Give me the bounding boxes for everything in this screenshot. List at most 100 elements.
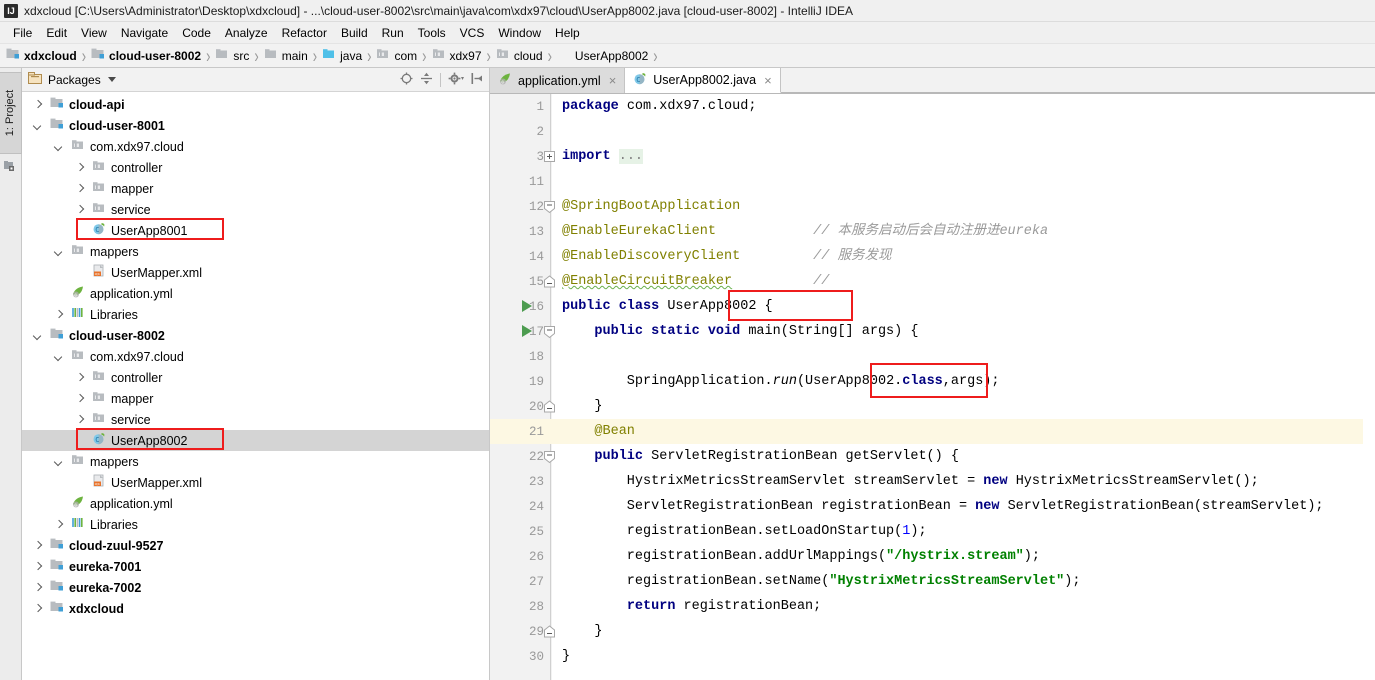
- breadcrumb-item-xdxcloud[interactable]: xdxcloud: [6, 47, 77, 64]
- tree-item-label: mappers: [90, 454, 139, 469]
- menu-item-vcs[interactable]: VCS: [453, 24, 492, 42]
- tree-item-userapp8002[interactable]: C UserApp8002: [22, 430, 489, 451]
- line-number: 26: [528, 549, 544, 564]
- chevron-right-icon[interactable]: [74, 183, 86, 195]
- tree-item-xdxcloud[interactable]: xdxcloud: [22, 598, 489, 619]
- breadcrumb-item-xdx97[interactable]: xdx97: [432, 47, 482, 64]
- tree-item-application-yml[interactable]: ⊙ application.yml: [22, 283, 489, 304]
- chevron-down-icon[interactable]: [32, 120, 44, 132]
- tree-item-application-yml[interactable]: ⊙ application.yml: [22, 493, 489, 514]
- menu-item-refactor[interactable]: Refactor: [275, 24, 334, 42]
- code-editor[interactable]: 1 2 3 11 12 13 14 15 16 17 18 19 20 21 22 23 24 25 26 27 28 2…: [490, 94, 1375, 680]
- tree-item-usermapper-xml[interactable]: <> UserMapper.xml: [22, 472, 489, 493]
- chevron-right-icon[interactable]: [32, 99, 44, 111]
- breadcrumb-item-cloud[interactable]: cloud: [496, 47, 543, 64]
- menu-item-edit[interactable]: Edit: [39, 24, 74, 42]
- tab-userapp8002-java[interactable]: C UserApp8002.java ×: [625, 68, 781, 93]
- tab-application-yml[interactable]: ⊙ application.yml ×: [490, 68, 626, 93]
- menu-item-code[interactable]: Code: [175, 24, 218, 42]
- tree-item-libraries[interactable]: Libraries: [22, 304, 489, 325]
- breadcrumb-item-cloud-user-8002[interactable]: cloud-user-8002: [91, 47, 201, 64]
- tree-item-cloud-zuul-9527[interactable]: cloud-zuul-9527: [22, 535, 489, 556]
- menu-item-tools[interactable]: Tools: [411, 24, 453, 42]
- breadcrumb-separator-icon: ›: [547, 44, 552, 67]
- menu-item-navigate[interactable]: Navigate: [114, 24, 175, 42]
- breadcrumb-label: xdxcloud: [24, 48, 77, 63]
- chevron-right-icon[interactable]: [74, 393, 86, 405]
- tree-item-service[interactable]: service: [22, 409, 489, 430]
- tree-item-mapper[interactable]: mapper: [22, 178, 489, 199]
- chevron-down-icon[interactable]: [53, 456, 65, 468]
- menu-item-help[interactable]: Help: [548, 24, 587, 42]
- tree-item-usermapper-xml[interactable]: <> UserMapper.xml: [22, 262, 489, 283]
- collapse-all-icon[interactable]: [420, 72, 433, 88]
- breadcrumb-item-java[interactable]: java: [322, 47, 362, 64]
- chevron-down-icon[interactable]: [53, 141, 65, 153]
- tree-item-eureka-7001[interactable]: eureka-7001: [22, 556, 489, 577]
- run-gutter-icon[interactable]: [522, 300, 532, 312]
- close-icon[interactable]: ×: [609, 73, 617, 88]
- code-line: import ...: [562, 149, 644, 164]
- tree-item-eureka-7002[interactable]: eureka-7002: [22, 577, 489, 598]
- project-panel-header: Packages: [22, 68, 489, 92]
- source-folder-icon: [322, 47, 337, 64]
- spring-yml-icon: ⊙: [498, 72, 513, 89]
- editor-scrollbar[interactable]: [1363, 94, 1375, 680]
- chevron-right-icon[interactable]: [74, 372, 86, 384]
- editor-gutter[interactable]: 1 2 3 11 12 13 14 15 16 17 18 19 20 21 22 23 24 25 26 27 28 2…: [490, 94, 555, 680]
- tree-item-com-xdx97-cloud[interactable]: com.xdx97.cloud: [22, 136, 489, 157]
- hide-panel-icon[interactable]: [471, 72, 483, 88]
- target-icon[interactable]: [400, 72, 413, 88]
- tree-item-mapper[interactable]: mapper: [22, 388, 489, 409]
- breadcrumb-item-main[interactable]: main: [264, 47, 308, 64]
- breadcrumb-item-userapp8002[interactable]: UserApp8002: [557, 47, 648, 64]
- breadcrumb-item-com[interactable]: com: [376, 47, 417, 64]
- close-icon[interactable]: ×: [764, 73, 772, 88]
- chevron-right-icon[interactable]: [32, 603, 44, 615]
- tree-item-cloud-user-8002[interactable]: cloud-user-8002: [22, 325, 489, 346]
- sidebar-item-project[interactable]: 1: Project: [0, 72, 22, 154]
- project-tree[interactable]: cloud-api cloud-user-8001 com.xdx97.cloud c…: [22, 92, 489, 680]
- menu-item-run[interactable]: Run: [375, 24, 411, 42]
- breadcrumb-item-src[interactable]: src: [215, 47, 249, 64]
- tree-item-controller[interactable]: controller: [22, 367, 489, 388]
- tree-item-label: Libraries: [90, 307, 138, 322]
- chevron-right-icon[interactable]: [53, 519, 65, 531]
- structure-icon[interactable]: [4, 160, 17, 176]
- chevron-down-icon[interactable]: [53, 351, 65, 363]
- code-content[interactable]: package com.xdx97.cloud; import ... @Spr…: [552, 94, 1375, 680]
- chevron-right-icon[interactable]: [32, 540, 44, 552]
- chevron-right-icon[interactable]: [74, 162, 86, 174]
- menu-item-view[interactable]: View: [74, 24, 114, 42]
- menu-item-analyze[interactable]: Analyze: [218, 24, 275, 42]
- gear-icon[interactable]: [448, 72, 464, 88]
- package-icon: [92, 159, 107, 176]
- breadcrumb-label: com: [394, 48, 418, 63]
- tree-item-controller[interactable]: controller: [22, 157, 489, 178]
- chevron-right-icon[interactable]: [74, 204, 86, 216]
- svg-text:C: C: [636, 76, 640, 84]
- run-gutter-icon[interactable]: [522, 325, 532, 337]
- tree-item-cloud-user-8001[interactable]: cloud-user-8001: [22, 115, 489, 136]
- tree-item-mappers[interactable]: mappers: [22, 241, 489, 262]
- tree-item-service[interactable]: service: [22, 199, 489, 220]
- tree-item-mappers[interactable]: mappers: [22, 451, 489, 472]
- code-line: @EnableCircuitBreaker //: [562, 274, 830, 289]
- tree-item-libraries[interactable]: Libraries: [22, 514, 489, 535]
- tree-item-cloud-api[interactable]: cloud-api: [22, 94, 489, 115]
- menu-item-file[interactable]: File: [6, 24, 39, 42]
- chevron-right-icon[interactable]: [74, 414, 86, 426]
- chevron-down-icon[interactable]: [53, 246, 65, 258]
- menu-item-build[interactable]: Build: [334, 24, 375, 42]
- menu-item-window[interactable]: Window: [491, 24, 548, 42]
- chevron-right-icon[interactable]: [32, 582, 44, 594]
- chevron-right-icon[interactable]: [53, 309, 65, 321]
- chevron-down-icon[interactable]: [107, 77, 116, 82]
- tree-item-com-xdx97-cloud[interactable]: com.xdx97.cloud: [22, 346, 489, 367]
- tree-item-userapp8001[interactable]: C UserApp8001: [22, 220, 489, 241]
- svg-text:⊙: ⊙: [501, 80, 504, 86]
- chevron-right-icon[interactable]: [32, 561, 44, 573]
- breadcrumb-separator-icon: ›: [81, 44, 87, 67]
- package-icon: [92, 180, 107, 197]
- chevron-down-icon[interactable]: [32, 330, 44, 342]
